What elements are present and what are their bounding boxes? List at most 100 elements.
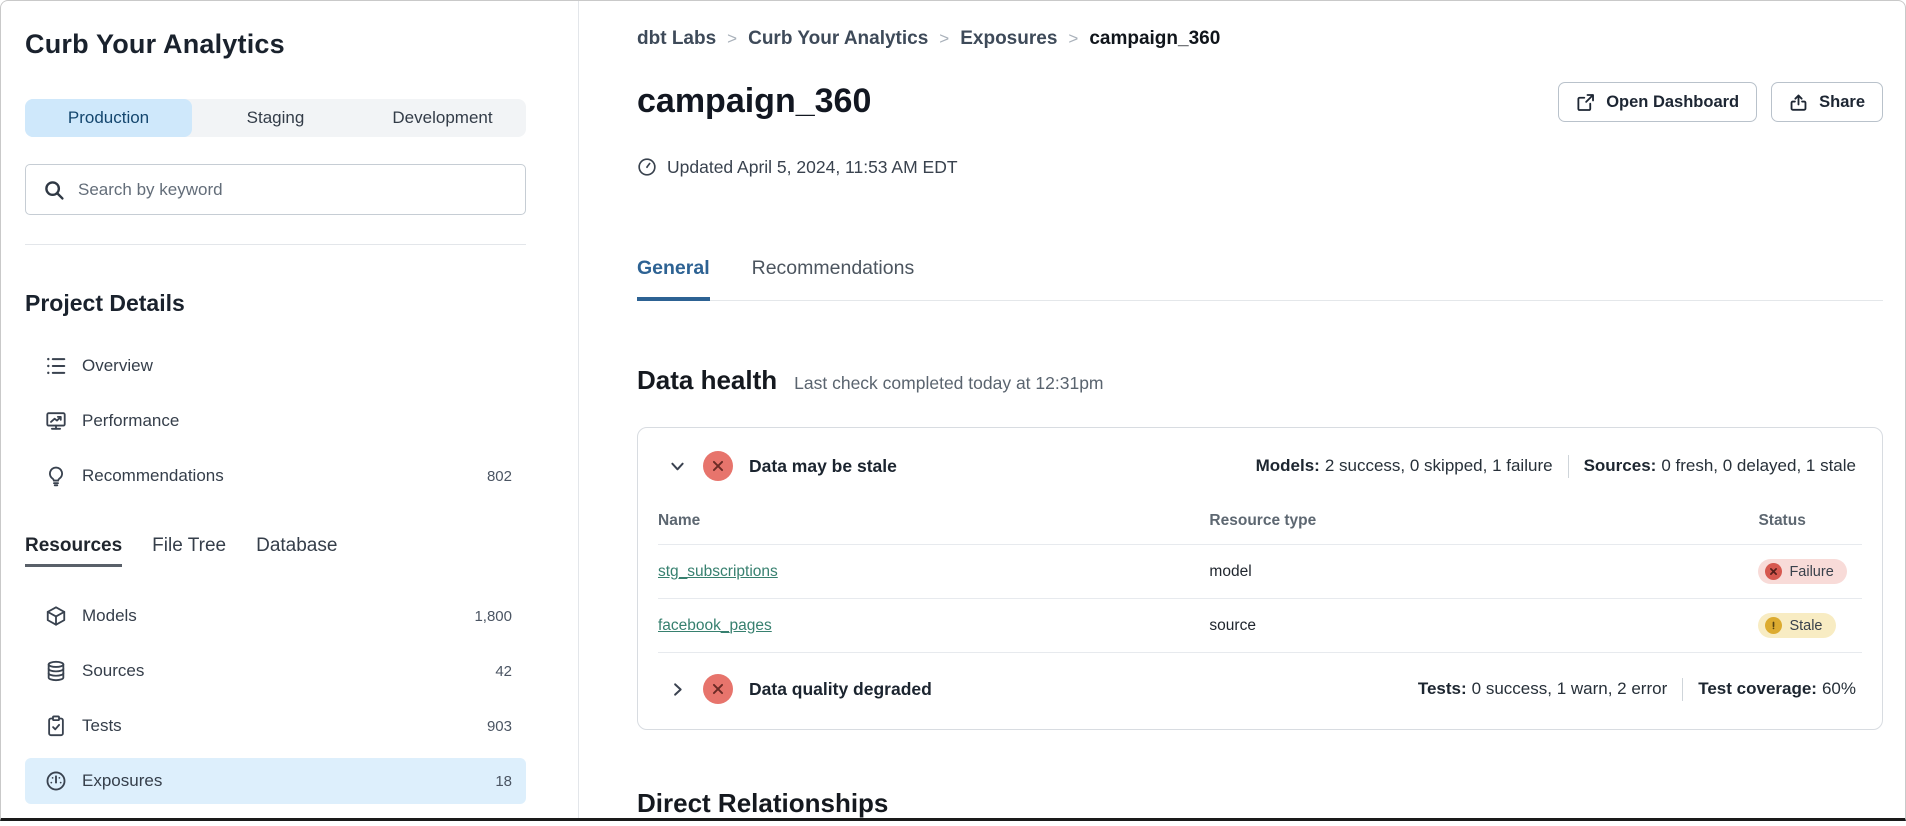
env-tab-staging[interactable]: Staging — [192, 99, 359, 137]
last-check-text: Last check completed today at 12:31pm — [794, 373, 1103, 394]
database-icon — [45, 660, 67, 682]
status-badge-stale: Stale — [1758, 613, 1835, 638]
stale-group-title: Data may be stale — [749, 450, 897, 482]
search-input[interactable] — [78, 180, 508, 200]
share-icon — [1789, 93, 1808, 112]
stale-resources-table: Name Resource type Status stg_subscripti… — [658, 498, 1862, 652]
sidebar-item-count: 42 — [495, 663, 512, 680]
clock-icon — [637, 157, 657, 177]
updated-timestamp: Updated April 5, 2024, 11:53 AM EDT — [637, 155, 1883, 179]
failure-x-icon — [1765, 563, 1782, 580]
open-dashboard-label: Open Dashboard — [1606, 93, 1739, 112]
updated-text: Updated April 5, 2024, 11:53 AM EDT — [667, 155, 958, 179]
sidebar-item-count: 18 — [495, 773, 512, 790]
stale-warning-icon — [1765, 617, 1782, 634]
status-badge-label: Stale — [1789, 618, 1822, 634]
summary-divider — [1682, 678, 1683, 701]
project-title: Curb Your Analytics — [25, 27, 526, 61]
header-actions: Open Dashboard Share — [1558, 82, 1883, 122]
coverage-summary-label: Test coverage: — [1698, 679, 1817, 699]
quality-group-header[interactable]: Data quality degraded Tests: 0 success, … — [658, 652, 1862, 729]
models-summary-label: Models: — [1256, 456, 1320, 476]
env-tab-production[interactable]: Production — [25, 99, 192, 137]
external-link-icon — [1576, 93, 1595, 112]
sidebar: Curb Your Analytics Production Staging D… — [1, 1, 579, 818]
sidebar-item-label: Overview — [82, 356, 153, 376]
env-tab-development[interactable]: Development — [359, 99, 526, 137]
sidebar-item-count: 1,800 — [474, 608, 512, 625]
data-health-header: Data health Last check completed today a… — [637, 363, 1883, 397]
sidebar-item-label: Tests — [82, 716, 122, 736]
resource-type-cell: source — [1209, 599, 1758, 653]
tab-general[interactable]: General — [637, 255, 710, 301]
breadcrumb-exposures[interactable]: Exposures — [960, 27, 1057, 51]
breadcrumb-separator: > — [727, 27, 737, 51]
sidebar-item-label: Sources — [82, 661, 144, 681]
sidebar-item-performance[interactable]: Performance — [25, 398, 526, 444]
page-title: campaign_360 — [637, 79, 871, 123]
quality-group-summary: Tests: 0 success, 1 warn, 2 error Test c… — [1418, 678, 1856, 701]
tab-resources[interactable]: Resources — [25, 535, 122, 567]
status-badge-label: Failure — [1789, 564, 1833, 580]
list-icon — [45, 355, 67, 377]
direct-relationships-heading: Direct Relationships — [637, 786, 1883, 820]
tab-recommendations[interactable]: Recommendations — [752, 255, 915, 301]
sidebar-item-count: 903 — [487, 718, 512, 735]
breadcrumb-project[interactable]: Curb Your Analytics — [748, 27, 928, 51]
app-window: Curb Your Analytics Production Staging D… — [0, 0, 1906, 821]
title-row: campaign_360 Open Dashboard Share — [637, 79, 1883, 123]
sidebar-item-tests[interactable]: Tests 903 — [25, 703, 526, 749]
sources-summary-label: Sources: — [1584, 456, 1657, 476]
error-status-icon — [703, 674, 733, 704]
gauge-icon — [45, 770, 67, 792]
sidebar-item-overview[interactable]: Overview — [25, 343, 526, 389]
column-header-resource-type: Resource type — [1209, 498, 1758, 545]
table-row: facebook_pages source Stale — [658, 599, 1862, 653]
resource-type-cell: model — [1209, 545, 1758, 599]
sidebar-item-models[interactable]: Models 1,800 — [25, 593, 526, 639]
column-header-name: Name — [658, 498, 1209, 545]
sidebar-divider — [25, 244, 526, 245]
resource-link-stg-subscriptions[interactable]: stg_subscriptions — [658, 563, 778, 580]
coverage-summary-value: 60% — [1822, 679, 1856, 699]
breadcrumb: dbt Labs > Curb Your Analytics > Exposur… — [637, 27, 1883, 51]
sidebar-item-sources[interactable]: Sources 42 — [25, 648, 526, 694]
open-dashboard-button[interactable]: Open Dashboard — [1558, 82, 1757, 122]
error-status-icon — [703, 451, 733, 481]
resource-link-facebook-pages[interactable]: facebook_pages — [658, 617, 772, 634]
resource-view-tabs: Resources File Tree Database — [25, 535, 526, 567]
breadcrumb-current: campaign_360 — [1089, 27, 1220, 51]
main-content: dbt Labs > Curb Your Analytics > Exposur… — [579, 1, 1905, 818]
tab-file-tree[interactable]: File Tree — [152, 535, 226, 564]
search-box[interactable] — [25, 164, 526, 215]
data-health-card: Data may be stale Models: 2 success, 0 s… — [637, 427, 1883, 730]
resources-list: Models 1,800 Sources 42 Tests 903 Exposu… — [25, 593, 526, 804]
breadcrumb-separator: > — [1068, 27, 1078, 51]
breadcrumb-dbt-labs[interactable]: dbt Labs — [637, 27, 716, 51]
share-button[interactable]: Share — [1771, 82, 1883, 122]
sidebar-item-count: 802 — [487, 468, 512, 485]
models-summary-value: 2 success, 0 skipped, 1 failure — [1325, 456, 1553, 476]
environment-tabs: Production Staging Development — [25, 99, 526, 137]
summary-divider — [1568, 455, 1569, 478]
tests-summary-value: 0 success, 1 warn, 2 error — [1472, 679, 1668, 699]
chevron-down-icon[interactable] — [668, 457, 687, 476]
table-header-row: Name Resource type Status — [658, 498, 1862, 545]
tab-database[interactable]: Database — [256, 535, 337, 564]
stale-group-summary: Models: 2 success, 0 skipped, 1 failure … — [1256, 455, 1856, 478]
cube-icon — [45, 605, 67, 627]
stale-group-header[interactable]: Data may be stale Models: 2 success, 0 s… — [658, 428, 1862, 498]
project-details-heading: Project Details — [25, 287, 526, 319]
sidebar-item-label: Performance — [82, 411, 179, 431]
sidebar-item-exposures[interactable]: Exposures 18 — [25, 758, 526, 804]
chevron-right-icon[interactable] — [668, 680, 687, 699]
search-icon — [43, 179, 65, 201]
share-label: Share — [1819, 93, 1865, 112]
tests-summary-label: Tests: — [1418, 679, 1467, 699]
detail-tabs: General Recommendations — [637, 255, 1883, 301]
sidebar-item-recommendations[interactable]: Recommendations 802 — [25, 453, 526, 499]
sidebar-item-label: Models — [82, 606, 137, 626]
column-header-status: Status — [1758, 498, 1862, 545]
sidebar-item-label: Exposures — [82, 771, 162, 791]
sidebar-item-label: Recommendations — [82, 466, 224, 486]
